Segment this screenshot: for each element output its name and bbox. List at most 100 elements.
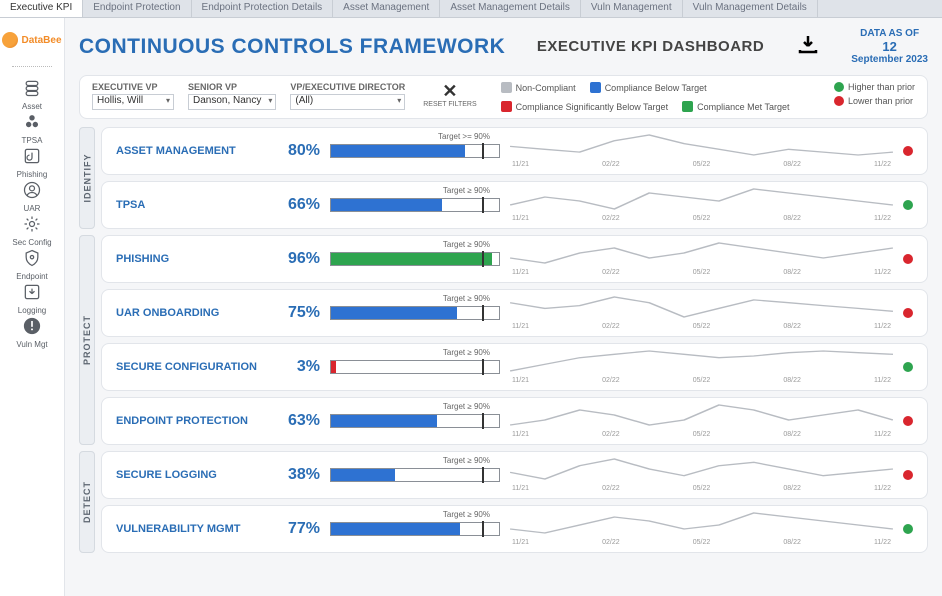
sidebar-item-vuln-mgt[interactable]: Vuln Mgt xyxy=(12,315,51,349)
tab-endpoint-protection-details[interactable]: Endpoint Protection Details xyxy=(192,0,334,17)
senior-vp-select[interactable]: Danson, Nancy xyxy=(188,94,276,110)
db-icon xyxy=(21,77,43,99)
tab-bar: Executive KPIEndpoint ProtectionEndpoint… xyxy=(0,0,942,18)
filters: EXECUTIVE VP Hollis, Will SENIOR VP Dans… xyxy=(79,75,928,119)
sidebar-item-tpsa[interactable]: TPSA xyxy=(12,111,51,145)
sidebar-item-sec-config[interactable]: Sec Config xyxy=(12,213,51,247)
kpi-name: UAR ONBOARDING xyxy=(116,307,266,319)
kpi-value: 80% xyxy=(276,142,320,160)
content: CONTINUOUS CONTROLS FRAMEWORK EXECUTIVE … xyxy=(65,18,942,596)
page-title: CONTINUOUS CONTROLS FRAMEWORK xyxy=(79,35,505,59)
trend-sparkline: 11/2102/2205/2208/2211/22 xyxy=(510,187,893,223)
target-label: Target ≥ 90% xyxy=(443,456,490,465)
kpi-row-phishing[interactable]: PHISHING96%Target ≥ 90%11/2102/2205/2208… xyxy=(101,235,928,283)
trend-sparkline: 11/2102/2205/2208/2211/22 xyxy=(510,133,893,169)
close-icon: ✕ xyxy=(442,82,457,100)
tab-asset-management-details[interactable]: Asset Management Details xyxy=(440,0,581,17)
swatch-below xyxy=(590,82,601,93)
target-label: Target ≥ 90% xyxy=(443,294,490,303)
trend-indicator-icon xyxy=(903,146,913,156)
logo: DataBee xyxy=(2,32,61,48)
trend-indicator-icon xyxy=(903,308,913,318)
dot-lower xyxy=(834,96,844,106)
swatch-noncompliant xyxy=(501,82,512,93)
trend-sparkline: 11/2102/2205/2208/2211/22 xyxy=(510,457,893,493)
kpi-value: 3% xyxy=(276,358,320,376)
kpi-body: IDENTIFYASSET MANAGEMENT80%Target >= 90%… xyxy=(79,127,928,553)
kpi-value: 63% xyxy=(276,412,320,430)
sidebar-item-logging[interactable]: Logging xyxy=(12,281,51,315)
trend-sparkline: 11/2102/2205/2208/2211/22 xyxy=(510,511,893,547)
sidebar-item-endpoint[interactable]: Endpoint xyxy=(12,247,51,281)
target-label: Target ≥ 90% xyxy=(443,402,490,411)
dot-higher xyxy=(834,82,844,92)
kpi-row-asset-management[interactable]: ASSET MANAGEMENT80%Target >= 90%11/2102/… xyxy=(101,127,928,175)
target-label: Target >= 90% xyxy=(438,132,490,141)
trend-indicator-icon xyxy=(903,254,913,264)
trend-sparkline: 11/2102/2205/2208/2211/22 xyxy=(510,403,893,439)
kpi-name: TPSA xyxy=(116,199,266,211)
tab-asset-management[interactable]: Asset Management xyxy=(333,0,440,17)
gear-icon xyxy=(21,213,43,235)
kpi-row-secure-configuration[interactable]: SECURE CONFIGURATION3%Target ≥ 90%11/210… xyxy=(101,343,928,391)
category-protect: PROTECT xyxy=(79,235,95,445)
kpi-name: SECURE LOGGING xyxy=(116,469,266,481)
kpi-name: SECURE CONFIGURATION xyxy=(116,361,266,373)
compliance-bar: Target ≥ 90% xyxy=(330,468,500,482)
kpi-value: 75% xyxy=(276,304,320,322)
date-as-of: DATA AS OF 12 September 2023 xyxy=(851,28,928,65)
tab-vuln-management[interactable]: Vuln Management xyxy=(581,0,683,17)
divider xyxy=(12,66,52,67)
kpi-name: VULNERABILITY MGMT xyxy=(116,523,266,535)
alert-icon xyxy=(21,315,43,337)
target-label: Target ≥ 90% xyxy=(443,510,490,519)
legend: Non-Compliant Compliance Below Target Co… xyxy=(501,82,820,112)
shield-icon xyxy=(21,247,43,269)
sidebar-item-asset[interactable]: Asset xyxy=(12,77,51,111)
target-label: Target ≥ 90% xyxy=(443,348,490,357)
kpi-value: 66% xyxy=(276,196,320,214)
target-label: Target ≥ 90% xyxy=(443,186,490,195)
swatch-met xyxy=(682,101,693,112)
kpi-row-tpsa[interactable]: TPSA 66% Target ≥ 90% 11/2102/2205/2208/221… xyxy=(101,181,928,229)
reset-filters-button[interactable]: ✕ RESET FILTERS xyxy=(423,82,476,108)
category-identify: IDENTIFY xyxy=(79,127,95,229)
compliance-bar: Target >= 90% xyxy=(330,144,500,158)
compliance-bar: Target ≥ 90% xyxy=(330,360,500,374)
bee-icon xyxy=(2,32,18,48)
director-select[interactable]: (All) xyxy=(290,94,405,110)
category-detect: DETECT xyxy=(79,451,95,553)
kpi-row-secure-logging[interactable]: SECURE LOGGING 38% Target ≥ 90% 11/2102/220… xyxy=(101,451,928,499)
target-label: Target ≥ 90% xyxy=(443,240,490,249)
kpi-value: 77% xyxy=(276,520,320,538)
tab-endpoint-protection[interactable]: Endpoint Protection xyxy=(83,0,191,17)
dots-icon xyxy=(21,111,43,133)
kpi-row-uar-onboarding[interactable]: UAR ONBOARDING75%Target ≥ 90%11/2102/220… xyxy=(101,289,928,337)
hook-icon xyxy=(21,145,43,167)
download-icon xyxy=(21,281,43,303)
kpi-name: ENDPOINT PROTECTION xyxy=(116,415,266,427)
sidebar-item-uar[interactable]: UAR xyxy=(12,179,51,213)
kpi-value: 38% xyxy=(276,466,320,484)
exec-vp-label: EXECUTIVE VP xyxy=(92,82,174,92)
logo-text: DataBee xyxy=(21,35,61,46)
kpi-row-endpoint-protection[interactable]: ENDPOINT PROTECTION 63% Target ≥ 90% 11/210… xyxy=(101,397,928,445)
tab-vuln-management-details[interactable]: Vuln Management Details xyxy=(683,0,818,17)
compliance-bar: Target ≥ 90% xyxy=(330,306,500,320)
kpi-name: PHISHING xyxy=(116,253,266,265)
user-icon xyxy=(21,179,43,201)
kpi-value: 96% xyxy=(276,250,320,268)
tab-executive-kpi[interactable]: Executive KPI xyxy=(0,0,83,17)
swatch-sigbelow xyxy=(501,101,512,112)
compliance-bar: Target ≥ 90% xyxy=(330,252,500,266)
sidebar-item-phishing[interactable]: Phishing xyxy=(12,145,51,179)
download-button[interactable] xyxy=(796,33,820,60)
legend-trend: Higher than prior Lower than prior xyxy=(834,82,915,106)
compliance-bar: Target ≥ 90% xyxy=(330,522,500,536)
trend-indicator-icon xyxy=(903,200,913,210)
kpi-row-vulnerability-mgmt[interactable]: VULNERABILITY MGMT 77% Target ≥ 90% 11/2102… xyxy=(101,505,928,553)
page-subtitle: EXECUTIVE KPI DASHBOARD xyxy=(537,38,764,55)
trend-indicator-icon xyxy=(903,470,913,480)
exec-vp-select[interactable]: Hollis, Will xyxy=(92,94,174,110)
trend-indicator-icon xyxy=(903,362,913,372)
